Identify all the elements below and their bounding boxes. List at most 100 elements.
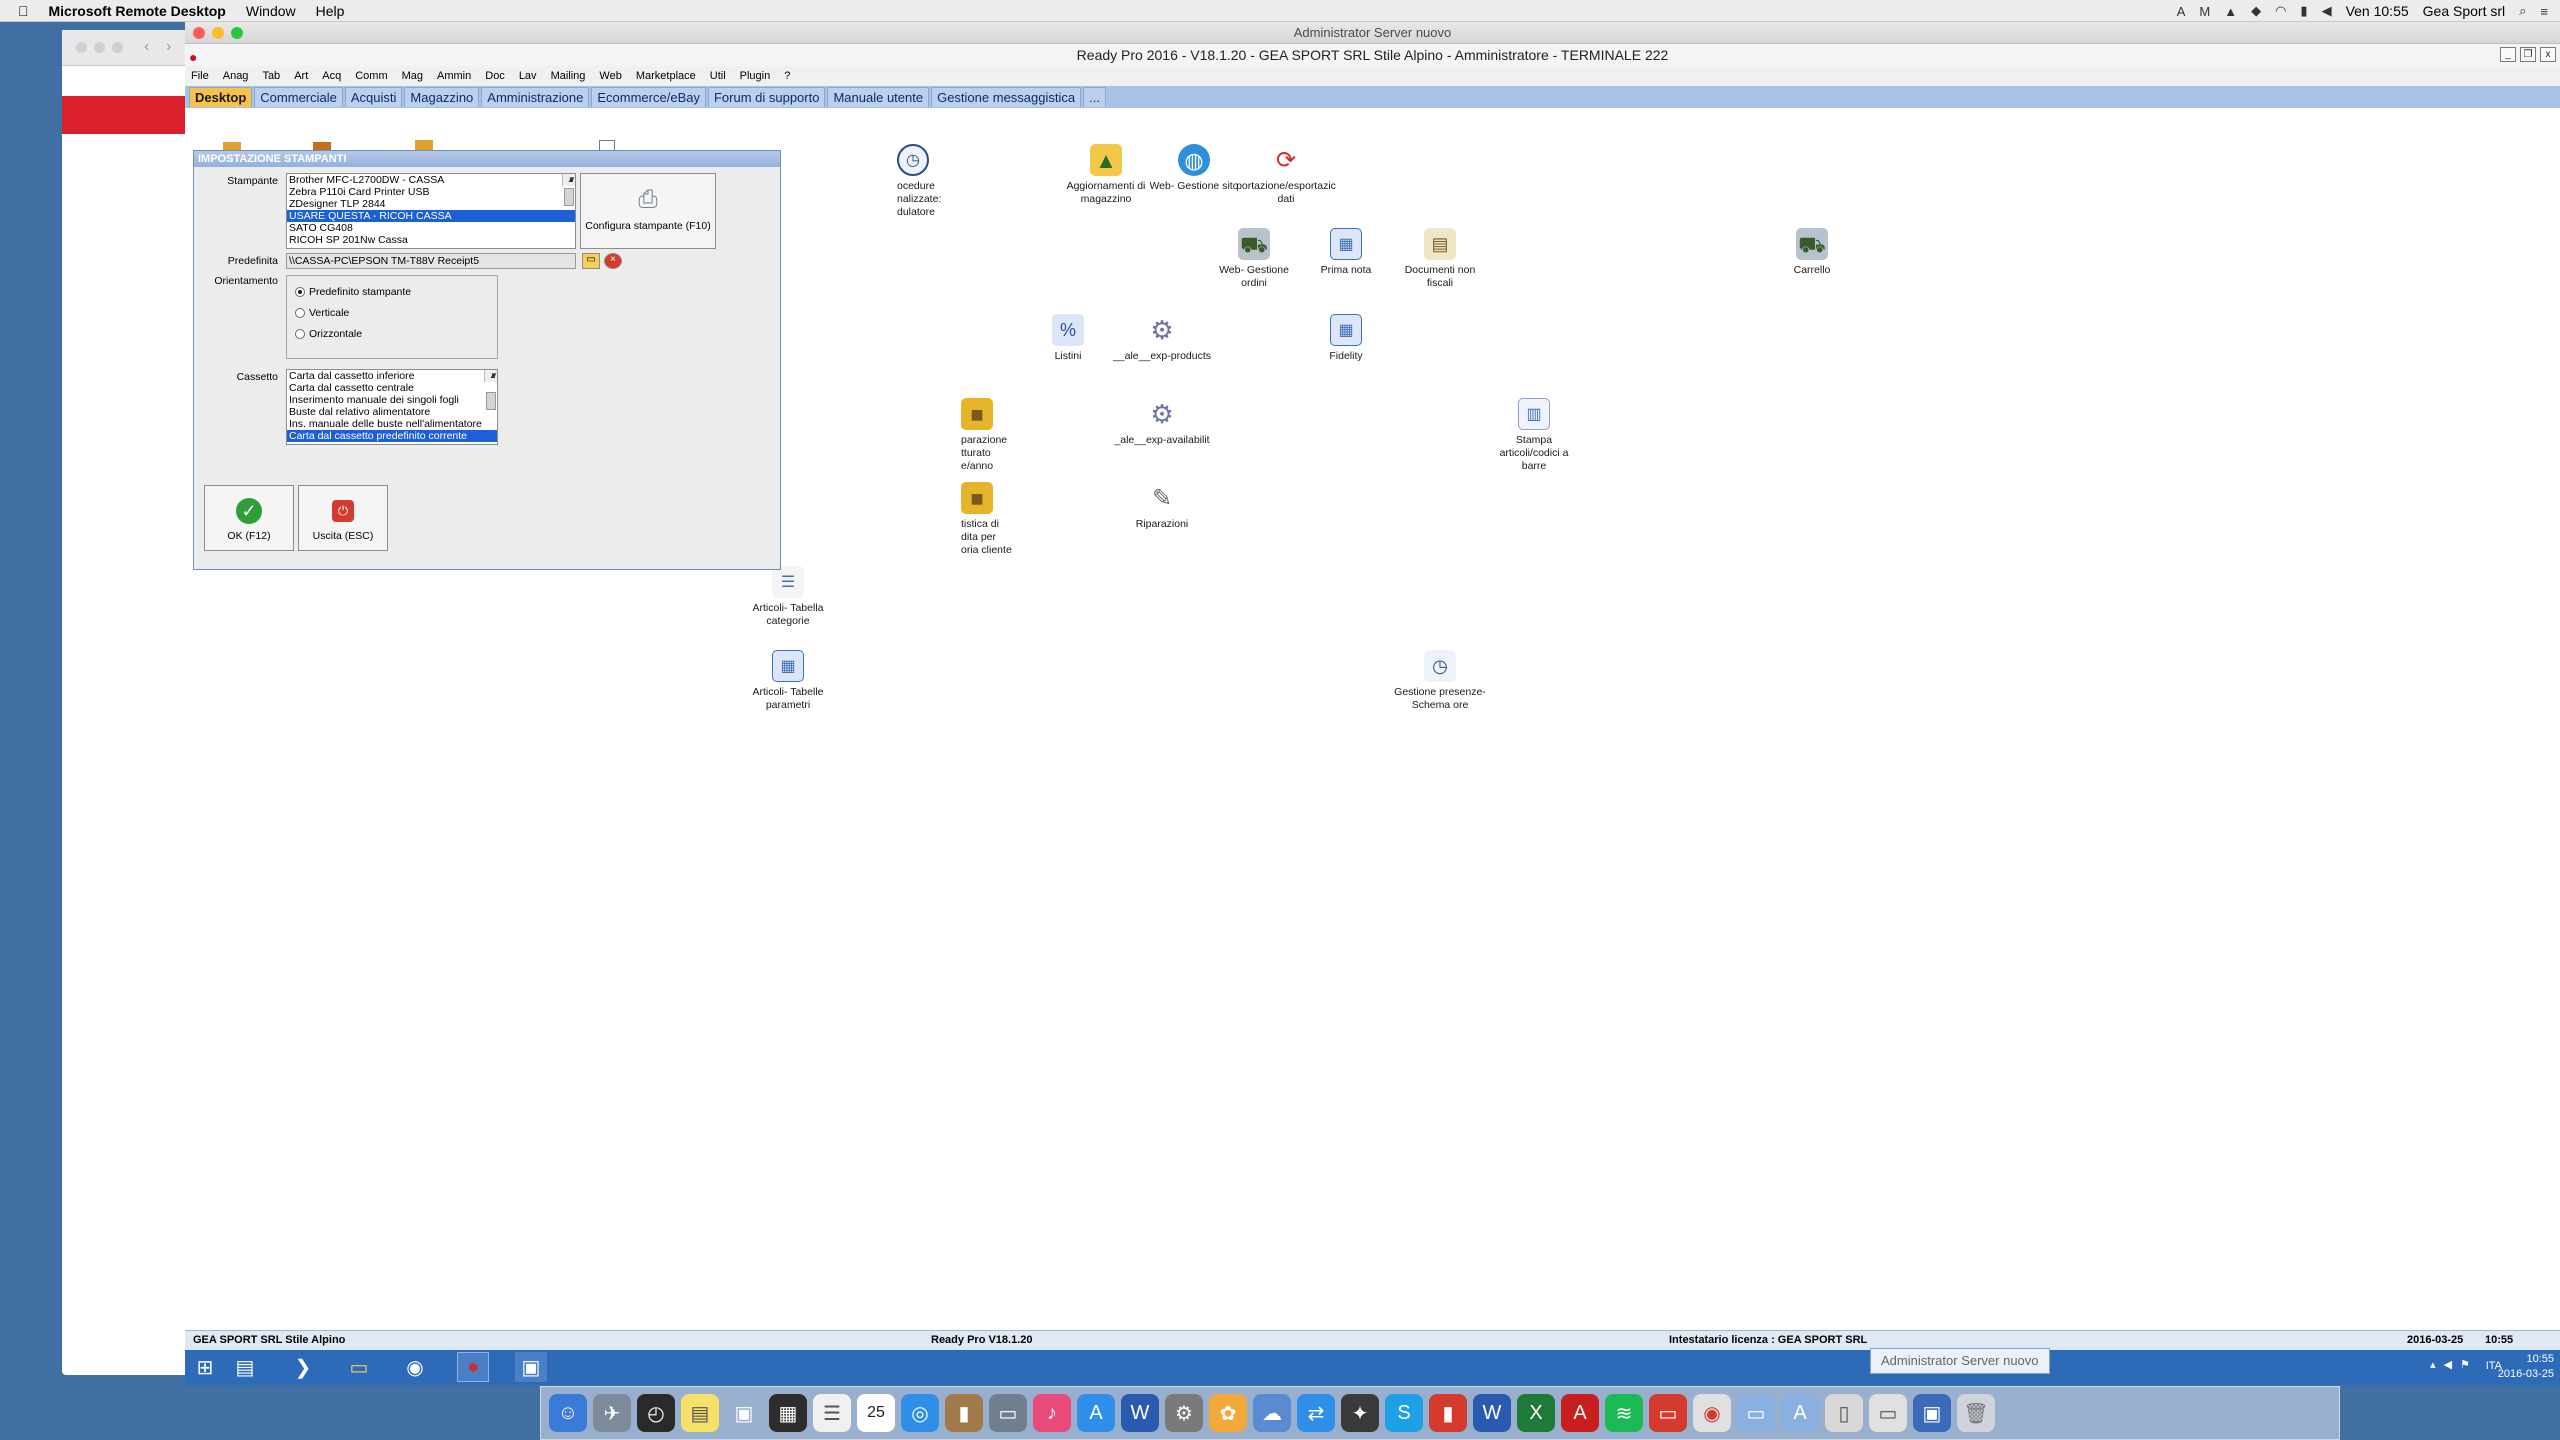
minimize-dot-inactive[interactable] bbox=[94, 42, 105, 53]
document-stack-icon[interactable]: ▯ bbox=[1825, 1394, 1863, 1432]
menu-help[interactable]: ? bbox=[784, 70, 790, 82]
menu-art[interactable]: Art bbox=[294, 70, 308, 82]
system-preferences-icon[interactable]: ⚙ bbox=[1165, 1394, 1203, 1432]
mission-control-icon[interactable]: ▦ bbox=[769, 1394, 807, 1432]
tray-listbox[interactable]: Carta dal cassetto inferiore Carta dal c… bbox=[286, 369, 498, 445]
tab-more[interactable]: ... bbox=[1083, 87, 1106, 107]
predefinita-field[interactable]: \\CASSA-PC\EPSON TM-T88V Receipt5 bbox=[286, 253, 576, 269]
zoom-dot-inactive[interactable] bbox=[112, 42, 123, 53]
tab-manuale[interactable]: Manuale utente bbox=[827, 87, 930, 107]
folder-open-icon[interactable]: ▭ bbox=[582, 253, 600, 269]
desktop-icon-carrello[interactable]: ⛟ Carrello bbox=[1757, 228, 1867, 277]
tray-option[interactable]: Inserimento manuale dei singoli fogli bbox=[287, 394, 497, 406]
scroll-thumb[interactable] bbox=[486, 392, 496, 410]
printer-option[interactable]: Brother MFC-L2700DW - CASSA bbox=[287, 174, 575, 186]
spotify-icon[interactable]: ≋ bbox=[1605, 1394, 1643, 1432]
tray-option[interactable]: Buste dal relativo alimentatore bbox=[287, 406, 497, 418]
ok-button[interactable]: ✓ OK (F12) bbox=[204, 485, 294, 551]
printer-option[interactable]: RICOH SP 201Nw Cassa bbox=[287, 234, 575, 246]
scroll-thumb[interactable] bbox=[564, 188, 574, 206]
powershell-icon[interactable]: ❯ bbox=[287, 1352, 319, 1382]
scroll-down-icon[interactable]: ▼ bbox=[487, 370, 497, 382]
desktop-icon-articoli-parametri[interactable]: ▦ Articoli- Tabelle parametri bbox=[733, 650, 843, 712]
launchpad-icon[interactable]: ✈ bbox=[593, 1394, 631, 1432]
tab-magazzino[interactable]: Magazzino bbox=[404, 87, 480, 107]
back-icon[interactable]: ‹ bbox=[144, 38, 149, 56]
trash-icon[interactable]: 🗑 bbox=[1957, 1394, 1995, 1432]
excel-icon[interactable]: X bbox=[1517, 1394, 1555, 1432]
teamviewer-icon[interactable]: ⇄ bbox=[1297, 1394, 1335, 1432]
wifi-icon[interactable]: ◠ bbox=[2275, 3, 2286, 19]
printer-option-selected[interactable]: USARE QUESTA - RICOH CASSA bbox=[287, 210, 575, 222]
zoom-button[interactable] bbox=[231, 27, 243, 39]
ready-pro-taskbar-icon[interactable]: ● bbox=[457, 1352, 489, 1382]
contacts-icon[interactable]: ▮ bbox=[945, 1394, 983, 1432]
menu-anag[interactable]: Anag bbox=[223, 70, 249, 82]
word-icon[interactable]: W bbox=[1121, 1394, 1159, 1432]
tray-option[interactable]: Carta dal cassetto centrale bbox=[287, 382, 497, 394]
finder-icon[interactable]: ☺ bbox=[549, 1394, 587, 1432]
app-menu-name[interactable]: Microsoft Remote Desktop bbox=[49, 3, 226, 19]
close-button[interactable] bbox=[193, 27, 205, 39]
acrobat-icon[interactable]: A bbox=[1561, 1394, 1599, 1432]
weather-icon[interactable]: ☁ bbox=[1253, 1394, 1291, 1432]
mac-clock[interactable]: Ven 10:55 bbox=[2346, 3, 2409, 19]
desktop-icon-stampa-articoli[interactable]: ▥ Stampa articoli/codici a barre bbox=[1479, 398, 1589, 473]
tray-option-selected[interactable]: Carta dal cassetto predefinito corrente bbox=[287, 430, 497, 442]
chrome-dock-icon[interactable]: ◉ bbox=[1693, 1394, 1731, 1432]
mac-user[interactable]: Gea Sport srl bbox=[2423, 3, 2505, 19]
menu-lav[interactable]: Lav bbox=[519, 70, 537, 82]
ready-pro-dock-icon[interactable]: ▮ bbox=[1429, 1394, 1467, 1432]
apple-icon[interactable]:  bbox=[18, 3, 29, 19]
network-icon[interactable]: ▴ bbox=[2430, 1358, 2436, 1371]
app-close-button[interactable]: x bbox=[2540, 47, 2556, 62]
tab-messaggistica[interactable]: Gestione messaggistica bbox=[931, 87, 1082, 107]
tab-acquisti[interactable]: Acquisti bbox=[344, 87, 403, 107]
screenshot-stack-icon[interactable]: ▭ bbox=[1869, 1394, 1907, 1432]
menu-util[interactable]: Util bbox=[710, 70, 726, 82]
strawberry-icon[interactable]: ● bbox=[189, 46, 197, 68]
menu-tab[interactable]: Tab bbox=[262, 70, 280, 82]
menu-comm[interactable]: Comm bbox=[355, 70, 387, 82]
tab-ecommerce[interactable]: Ecommerce/eBay bbox=[591, 87, 706, 107]
desktop-icon-importazione[interactable]: ⟳ portazione/esportazic dati bbox=[1231, 144, 1341, 206]
downloads-folder-icon[interactable]: A bbox=[1781, 1394, 1819, 1432]
menu-doc[interactable]: Doc bbox=[485, 70, 505, 82]
remote-app-icon[interactable]: ▣ bbox=[515, 1352, 547, 1382]
preview-icon[interactable]: ▣ bbox=[725, 1394, 763, 1432]
applications-folder-icon[interactable]: ▭ bbox=[1737, 1394, 1775, 1432]
skype-icon[interactable]: S bbox=[1385, 1394, 1423, 1432]
orientation-option-verticale[interactable]: Verticale bbox=[295, 307, 349, 319]
minimize-button[interactable] bbox=[212, 27, 224, 39]
orientation-option-predefinito[interactable]: Predefinito stampante bbox=[295, 286, 411, 298]
notification-center-icon[interactable]: ≡ bbox=[2540, 4, 2548, 19]
adobe-icon[interactable]: A bbox=[2177, 4, 2186, 19]
flag-icon[interactable]: ⚑ bbox=[2460, 1358, 2470, 1371]
menu-marketplace[interactable]: Marketplace bbox=[636, 70, 696, 82]
calendar-icon[interactable]: 25 bbox=[857, 1394, 895, 1432]
desktop-icon-riparazioni[interactable]: ✎ Riparazioni bbox=[1107, 482, 1217, 531]
menu-file[interactable]: File bbox=[191, 70, 209, 82]
tray-option[interactable]: Carta dal cassetto inferiore bbox=[287, 370, 497, 382]
photos-icon[interactable]: ✿ bbox=[1209, 1394, 1247, 1432]
drive-icon[interactable]: ▲ bbox=[2224, 4, 2237, 19]
menu-mailing[interactable]: Mailing bbox=[551, 70, 586, 82]
itunes-icon[interactable]: ♪ bbox=[1033, 1394, 1071, 1432]
word-dock-icon[interactable]: W bbox=[1473, 1394, 1511, 1432]
desktop-icon-exp-availability[interactable]: ⚙ _ale__exp-availabilit bbox=[1107, 398, 1217, 447]
menu-acq[interactable]: Acq bbox=[322, 70, 341, 82]
volume-icon[interactable]: ◀ bbox=[2322, 3, 2332, 19]
desktop-icon-comparazione[interactable]: ■ parazione tturato e/anno bbox=[961, 398, 1021, 473]
spotlight-icon[interactable]: ⌕ bbox=[2519, 3, 2526, 19]
forward-icon[interactable]: › bbox=[166, 38, 171, 56]
menu-window[interactable]: Window bbox=[246, 3, 296, 19]
file-explorer-icon[interactable]: ▭ bbox=[343, 1352, 375, 1382]
app-store-icon[interactable]: A bbox=[1077, 1394, 1115, 1432]
desktop-icon-documenti-non-fiscali[interactable]: ▤ Documenti non fiscali bbox=[1385, 228, 1495, 290]
tab-amministrazione[interactable]: Amministrazione bbox=[481, 87, 590, 107]
mail-icon[interactable]: M bbox=[2199, 4, 2210, 19]
chrome-icon[interactable]: ◉ bbox=[399, 1352, 431, 1382]
windows-clock[interactable]: 10:55 2016-03-25 bbox=[2498, 1352, 2554, 1382]
dashboard-icon[interactable]: ◴ bbox=[637, 1394, 675, 1432]
tab-forum[interactable]: Forum di supporto bbox=[707, 87, 826, 107]
